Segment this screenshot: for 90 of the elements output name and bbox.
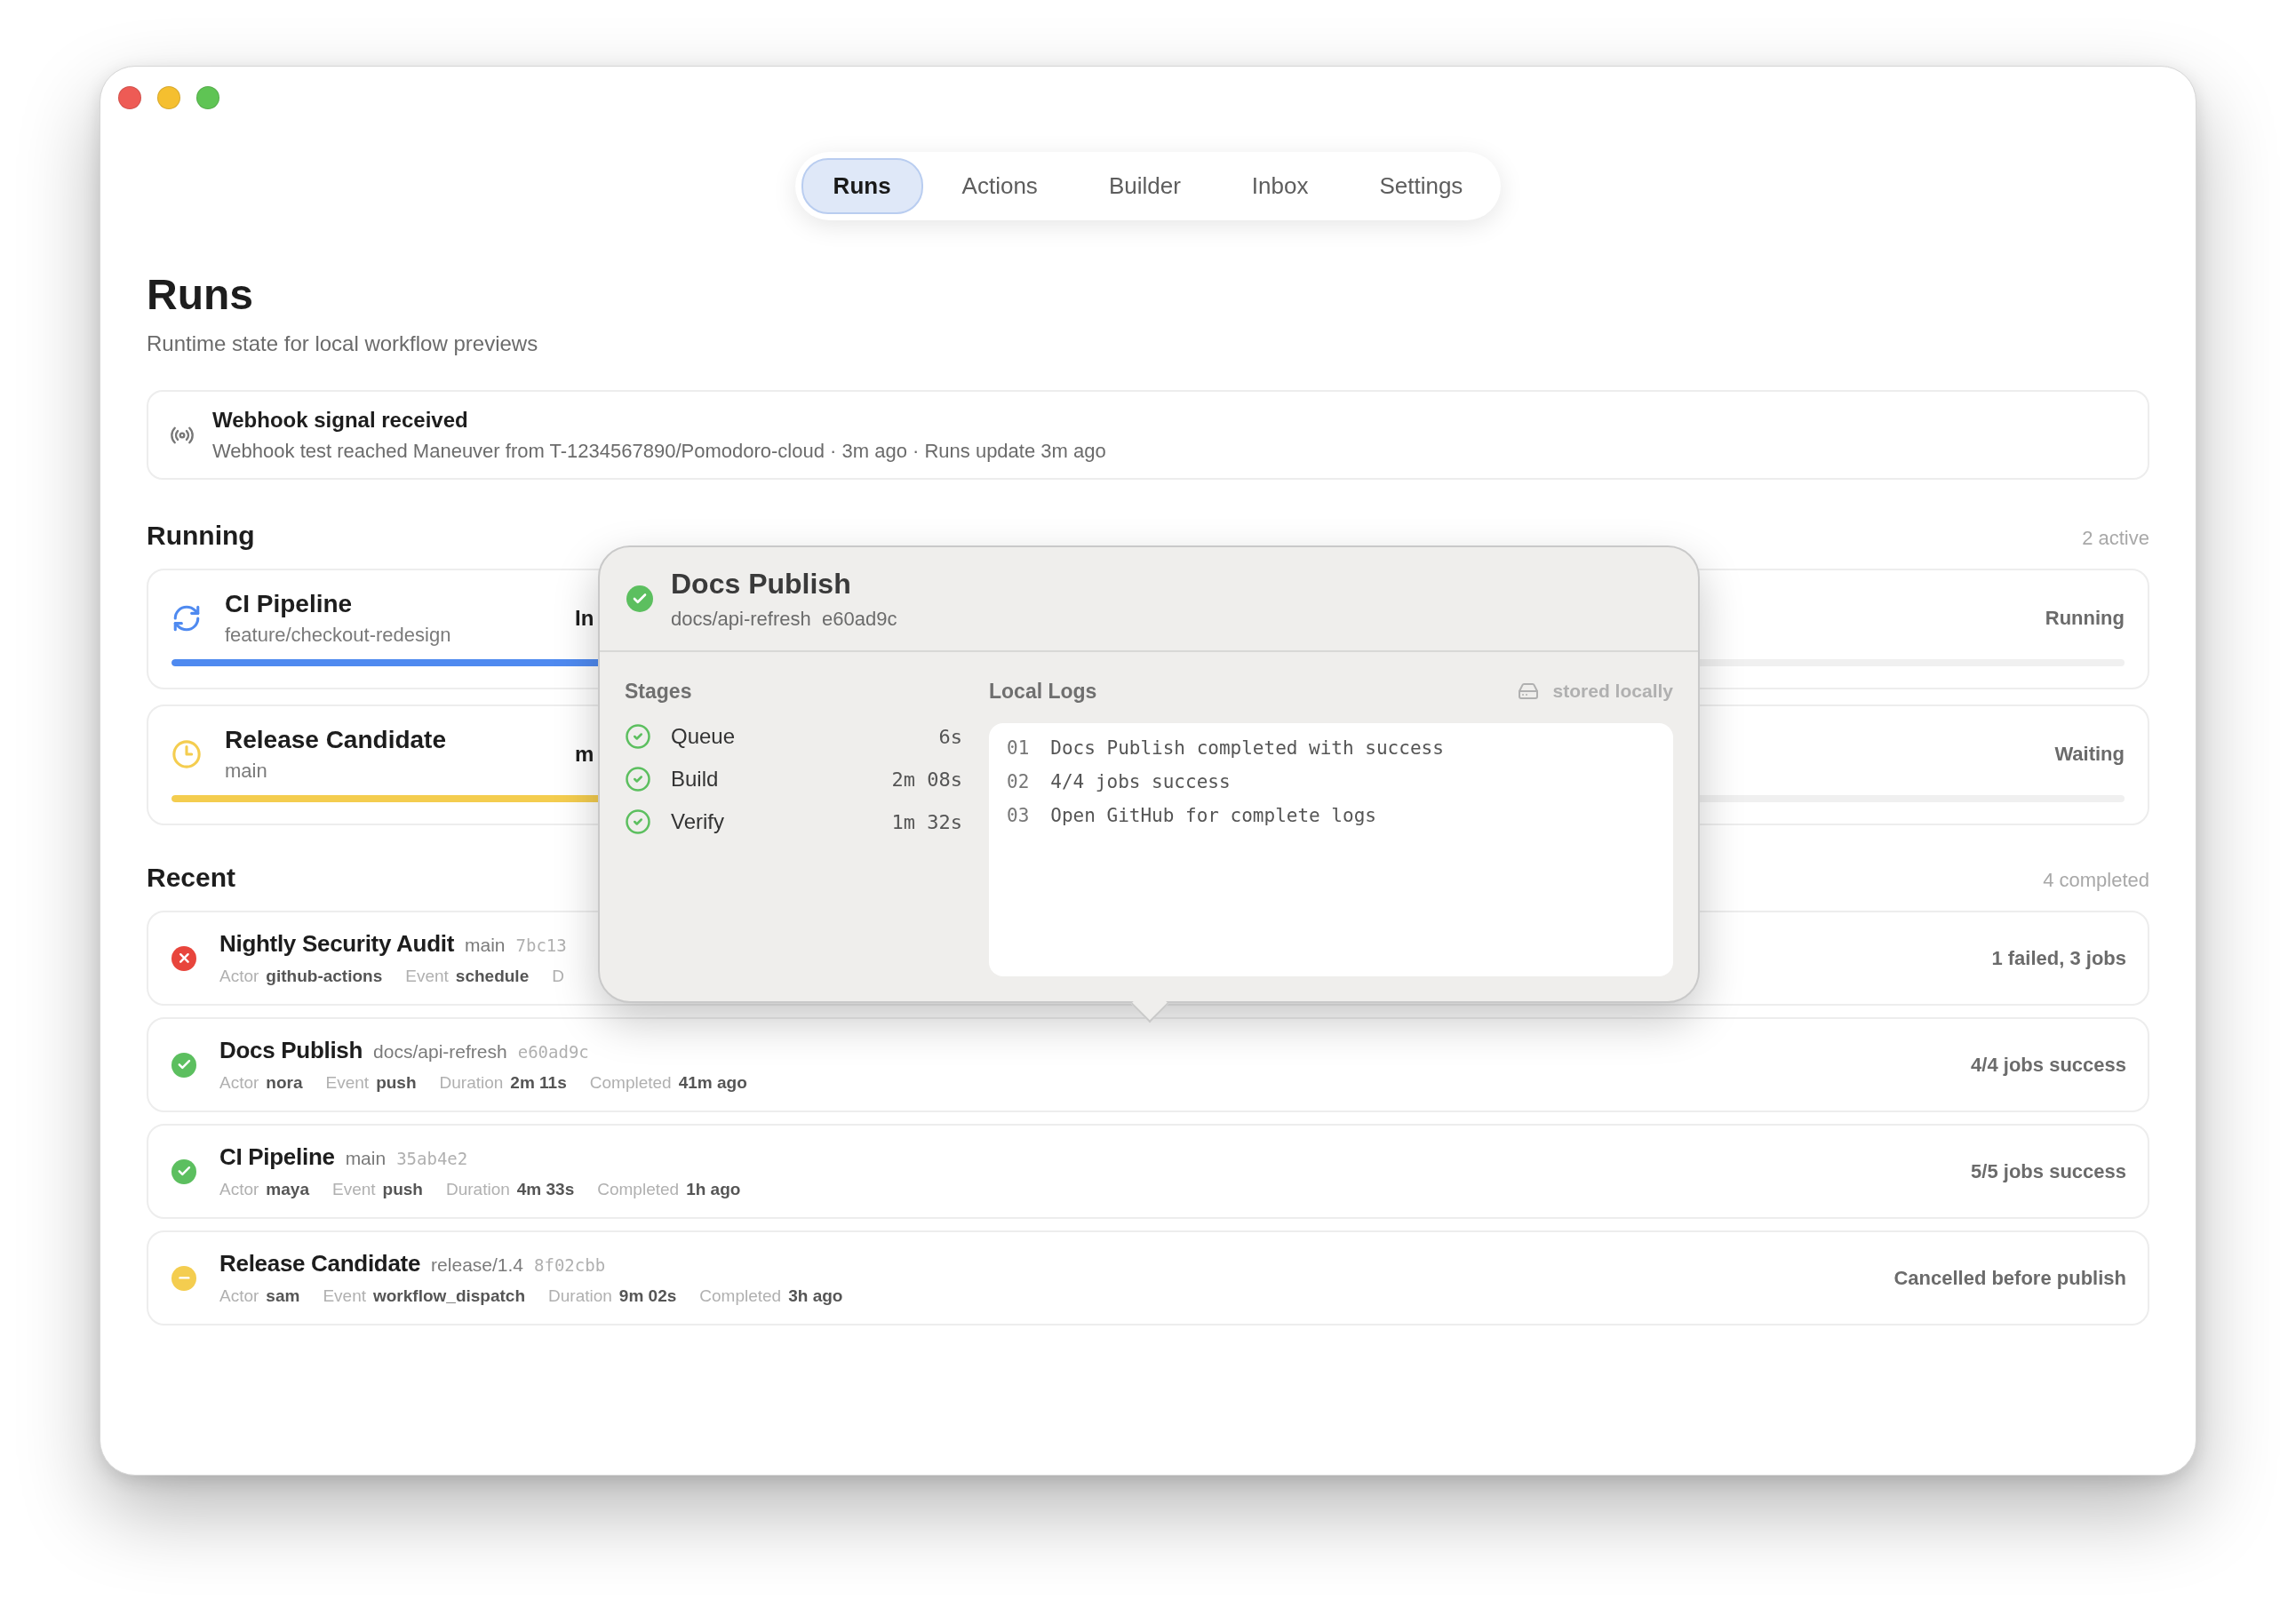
run-branch: release/1.4 <box>431 1254 523 1276</box>
stage-duration: 1m 32s <box>891 810 962 833</box>
run-summary: 1 failed, 3 jobs <box>1991 946 2126 970</box>
run-name: CI Pipeline <box>225 590 354 618</box>
meta-label: Event <box>405 967 449 986</box>
run-name: Release Candidate <box>225 726 447 754</box>
tab[interactable]: Actions <box>929 158 1070 214</box>
stage-duration: 6s <box>938 725 962 748</box>
page-subtitle: Runtime state for local workflow previews <box>147 331 539 356</box>
stage-duration: 2m 08s <box>891 768 962 791</box>
run-detail: In <box>575 606 594 631</box>
run-row[interactable]: Docs Publish docs/api-refresh e60ad9c Actor nora Event push Duration 2m 11s Completed 41m ago 4/4 jobs success <box>147 1017 2149 1112</box>
run-branch: main <box>465 935 506 956</box>
meta-label: Actor <box>219 1180 259 1199</box>
stage-name: Verify <box>671 809 726 834</box>
stages-heading: Stages <box>625 679 692 704</box>
meta-value: maya <box>266 1180 309 1199</box>
meta-label: Completed <box>699 1286 782 1306</box>
run-row[interactable]: Release Candidate release/1.4 8f02cbb Actor sam Event workflow_dispatch Duration 9m 02s Completed 3h ago Cancelled before publish <box>147 1230 2149 1325</box>
logs-heading: Local Logs <box>989 679 1097 704</box>
section-title: Recent <box>147 863 236 893</box>
line-number: 02 <box>1007 771 1030 792</box>
meta-label: Actor <box>219 1073 259 1093</box>
commit-hash: e60ad9c <box>517 1042 589 1062</box>
meta-label: Duration <box>445 1180 510 1199</box>
minimize-button[interactable] <box>157 86 180 109</box>
meta-value: nora <box>266 1073 303 1093</box>
meta-value: 1h ago <box>686 1180 741 1199</box>
run-status: Running <box>2045 607 2125 630</box>
meta-label: Completed <box>597 1180 680 1199</box>
section-count: 2 active <box>2082 527 2149 550</box>
run-branch: feature/checkout-redesign <box>225 624 452 647</box>
notice-title: Webhook signal received <box>212 407 469 433</box>
run-summary: 4/4 jobs success <box>1971 1053 2126 1077</box>
meta-label: D <box>552 967 564 986</box>
meta-label: Completed <box>589 1073 672 1093</box>
log-line: Docs Publish completed with success <box>1050 737 1444 759</box>
run-branch: main <box>225 760 268 783</box>
commit-hash: 7bc13 <box>515 935 567 955</box>
meta-value: 41m ago <box>678 1073 747 1093</box>
meta-label: Duration <box>439 1073 504 1093</box>
notice-message: Webhook test reached Maneuver from T-1234567890/Pomodoro-cloud · 3m ago · Runs update 3m ago <box>212 439 1106 463</box>
tab[interactable]: Runs <box>801 158 923 214</box>
meta-value: push <box>382 1180 423 1199</box>
meta-label: Duration <box>548 1286 612 1306</box>
run-name: Docs Publish <box>219 1037 363 1064</box>
tab[interactable]: Inbox <box>1219 158 1341 214</box>
meta-label: Event <box>325 1073 370 1093</box>
run-detail: m <box>575 742 594 767</box>
section-count: 4 completed <box>2043 869 2149 892</box>
log-line: Open GitHub for complete logs <box>1050 805 1376 826</box>
storage-label: stored locally <box>1552 681 1673 702</box>
meta-label: Actor <box>219 967 259 986</box>
commit-hash: 8f02cbb <box>534 1255 606 1275</box>
line-number: 03 <box>1007 805 1030 826</box>
meta-value: 3h ago <box>788 1286 843 1306</box>
tab[interactable]: Builder <box>1076 158 1213 214</box>
meta-value: sam <box>266 1286 300 1306</box>
stage-name: Queue <box>671 724 737 749</box>
run-branch: main <box>345 1148 387 1169</box>
run-row[interactable]: CI Pipeline main 35ab4e2 Actor maya Event push Duration 4m 33s Completed 1h ago 5/5 jobs success <box>147 1124 2149 1219</box>
popover-title: Docs Publish <box>671 567 852 601</box>
meta-label: Actor <box>219 1286 259 1306</box>
commit-hash: 35ab4e2 <box>396 1149 468 1168</box>
close-button[interactable] <box>118 86 141 109</box>
meta-value: 4m 33s <box>516 1180 575 1199</box>
meta-value: 9m 02s <box>618 1286 677 1306</box>
run-summary: Cancelled before publish <box>1893 1266 2126 1290</box>
stage-name: Build <box>671 767 720 792</box>
drive-icon <box>1517 681 1539 702</box>
section-title: Running <box>147 521 255 551</box>
log-line: 4/4 jobs success <box>1050 771 1231 792</box>
popover-subtitle: docs/api-refresh e60ad9c <box>671 607 897 631</box>
run-name: Release Candidate <box>219 1250 421 1278</box>
run-name: Nightly Security Audit <box>219 930 454 958</box>
line-number: 01 <box>1007 737 1030 759</box>
meta-label: Event <box>331 1180 376 1199</box>
zoom-button[interactable] <box>196 86 219 109</box>
run-summary: 5/5 jobs success <box>1971 1159 2126 1183</box>
meta-value: 2m 11s <box>510 1073 567 1093</box>
page-title: Runs <box>147 270 254 319</box>
meta-value: github-actions <box>266 967 383 986</box>
meta-label: Event <box>323 1286 366 1306</box>
run-name: CI Pipeline <box>219 1143 335 1171</box>
meta-value: workflow_dispatch <box>373 1286 525 1306</box>
meta-value: push <box>376 1073 417 1093</box>
tab[interactable]: Settings <box>1347 158 1495 214</box>
run-status: Waiting <box>2054 743 2125 766</box>
run-branch: docs/api-refresh <box>373 1041 507 1063</box>
meta-value: schedule <box>455 967 530 986</box>
